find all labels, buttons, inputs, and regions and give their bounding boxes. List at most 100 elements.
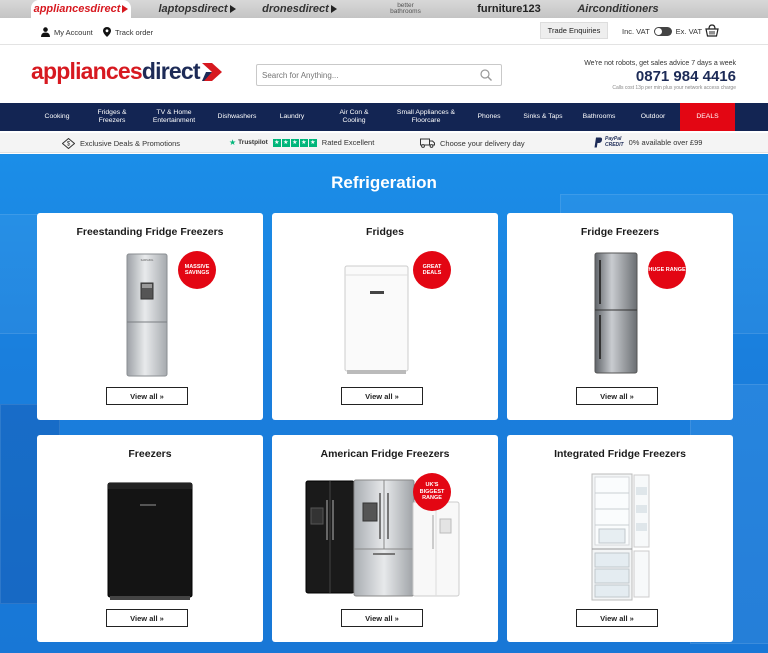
inc-vat-label: Inc. VAT bbox=[622, 27, 650, 36]
view-all-button[interactable]: View all » bbox=[106, 609, 188, 627]
site-tab-label: Airconditioners bbox=[577, 3, 659, 15]
search-box[interactable] bbox=[256, 64, 502, 86]
view-all-button[interactable]: View all » bbox=[341, 387, 423, 405]
promo-badge: UK'S BIGGEST RANGE bbox=[413, 473, 451, 511]
site-tab-betterbathrooms[interactable]: better bathrooms bbox=[378, 0, 433, 18]
nav-small-appliances[interactable]: Small Appliances & Floorcare bbox=[393, 103, 459, 131]
nav-tv-home-entertainment[interactable]: TV & Home Entertainment bbox=[146, 103, 202, 131]
card-title: Freestanding Fridge Freezers bbox=[76, 226, 224, 238]
tag-icon: $ bbox=[62, 138, 75, 149]
promo-delivery[interactable]: Choose your delivery day bbox=[420, 138, 525, 148]
logo-part2: direct bbox=[141, 58, 201, 84]
star-icon: ★ bbox=[290, 138, 299, 147]
star-icon: ★ bbox=[308, 138, 317, 147]
logo-text: appliancesdirect bbox=[31, 58, 201, 85]
black-american-fridge-image bbox=[305, 480, 355, 594]
promo-strip: $ Exclusive Deals & Promotions ★ Trustpi… bbox=[0, 133, 768, 153]
nav-cooking[interactable]: Cooking bbox=[35, 103, 79, 131]
category-card-freestanding-fridge-freezers[interactable]: Freestanding Fridge Freezers SAMSUNG MAS… bbox=[37, 213, 263, 420]
location-pin-icon bbox=[103, 27, 111, 37]
paypal-line2: CREDIT bbox=[605, 141, 624, 148]
under-counter-fridge-image bbox=[344, 265, 409, 374]
my-account-label: My Account bbox=[54, 27, 93, 37]
search-input[interactable] bbox=[262, 65, 472, 86]
chevron-icon bbox=[330, 5, 337, 13]
view-all-button[interactable]: View all » bbox=[576, 387, 658, 405]
view-all-button[interactable]: View all » bbox=[106, 387, 188, 405]
logo-part1: appliances bbox=[31, 58, 143, 84]
call-cost-note: Calls cost 13p per min plus your network… bbox=[612, 85, 736, 91]
logo-chevron-icon bbox=[201, 62, 222, 81]
delivery-label: Choose your delivery day bbox=[440, 138, 525, 148]
site-logo[interactable]: appliancesdirect bbox=[31, 58, 222, 85]
rating-stars: ★ ★ ★ ★ ★ bbox=[272, 138, 317, 147]
site-tab-label: better bathrooms bbox=[390, 2, 421, 15]
site-tab-label: appliancesdirect bbox=[33, 3, 121, 15]
nav-outdoor[interactable]: Outdoor bbox=[632, 103, 674, 131]
vat-toggle[interactable] bbox=[653, 27, 672, 36]
ex-vat-label: Ex. VAT bbox=[675, 27, 703, 36]
category-card-fridge-freezers[interactable]: Fridge Freezers HUGE RANGE View all » bbox=[507, 213, 733, 420]
chevron-icon bbox=[122, 5, 129, 13]
sales-advice-text: We're not robots, get sales advice 7 day… bbox=[584, 60, 736, 67]
site-switcher: appliancesdirect laptopsdirect dronesdir… bbox=[0, 0, 768, 18]
card-title: Freezers bbox=[128, 448, 172, 460]
paypal-credit-logo: PayPal CREDIT bbox=[594, 136, 624, 148]
card-title: Fridges bbox=[366, 226, 404, 238]
nav-sinks-taps[interactable]: Sinks & Taps bbox=[523, 103, 563, 131]
promo-paypal[interactable]: PayPal CREDIT 0% available over £99 bbox=[594, 136, 703, 148]
nav-laundry[interactable]: Laundry bbox=[272, 103, 312, 131]
star-icon: ★ bbox=[299, 138, 308, 147]
site-tab-label: dronesdirect bbox=[262, 3, 329, 15]
card-title: Fridge Freezers bbox=[580, 226, 660, 238]
paypal-text: 0% available over £99 bbox=[628, 138, 703, 147]
phone-number[interactable]: 0871 984 4416 bbox=[584, 68, 736, 85]
star-icon: ★ bbox=[272, 138, 281, 147]
my-account-link[interactable]: My Account bbox=[41, 27, 93, 37]
fridge-freezer-image bbox=[594, 252, 638, 374]
basket-button[interactable] bbox=[705, 24, 719, 42]
white-american-fridge-image bbox=[412, 501, 460, 597]
promo-badge: HUGE RANGE bbox=[648, 251, 686, 289]
basket-icon bbox=[705, 24, 719, 37]
site-tab-dronesdirect[interactable]: dronesdirect bbox=[262, 0, 337, 18]
refrigeration-section: Refrigeration Freestanding Fridge Freeze… bbox=[0, 154, 768, 653]
category-card-fridges[interactable]: Fridges GREAT DEALS View all » bbox=[272, 213, 498, 420]
trade-enquiries-button[interactable]: Trade Enquiries bbox=[540, 22, 608, 39]
nav-fridges-freezers[interactable]: Fridges & Freezers bbox=[90, 103, 134, 131]
main-nav: Cooking Fridges & Freezers TV & Home Ent… bbox=[0, 103, 768, 131]
vat-switch[interactable]: Inc. VAT Ex. VAT bbox=[622, 27, 702, 36]
paypal-icon bbox=[594, 137, 603, 148]
site-tab-label: furniture123 bbox=[477, 3, 541, 15]
rated-label: Rated Excellent bbox=[321, 138, 375, 147]
nav-aircon-cooling[interactable]: Air Con & Cooling bbox=[332, 103, 376, 131]
site-tab-label: laptopsdirect bbox=[158, 3, 228, 15]
nav-phones[interactable]: Phones bbox=[470, 103, 508, 131]
promo-exclusive[interactable]: $ Exclusive Deals & Promotions bbox=[62, 138, 180, 149]
person-icon bbox=[41, 27, 50, 37]
site-tab-laptopsdirect[interactable]: laptopsdirect bbox=[157, 0, 237, 18]
site-tab-appliancesdirect[interactable]: appliancesdirect bbox=[31, 0, 131, 18]
category-card-american-fridge-freezers[interactable]: American Fridge Freezers UK'S BIGGEST RA… bbox=[272, 435, 498, 642]
view-all-button[interactable]: View all » bbox=[576, 609, 658, 627]
fridge-freezer-image: SAMSUNG bbox=[126, 253, 168, 377]
chevron-icon bbox=[229, 5, 236, 13]
promo-trustpilot[interactable]: ★ Trustpilot ★ ★ ★ ★ ★ Rated Excellent bbox=[229, 138, 374, 147]
svg-text:SAMSUNG: SAMSUNG bbox=[141, 259, 154, 262]
nav-dishwashers[interactable]: Dishwashers bbox=[212, 103, 262, 131]
sales-contact: We're not robots, get sales advice 7 day… bbox=[584, 60, 736, 91]
page-title: Refrigeration bbox=[331, 173, 437, 192]
star-icon: ★ bbox=[281, 138, 290, 147]
site-tab-furniture123[interactable]: furniture123 bbox=[474, 0, 544, 18]
nav-bathrooms[interactable]: Bathrooms bbox=[574, 103, 624, 131]
category-card-freezers[interactable]: Freezers View all » bbox=[37, 435, 263, 642]
nav-deals[interactable]: DEALS bbox=[680, 103, 735, 131]
integrated-fridge-image bbox=[591, 473, 650, 601]
category-card-integrated-fridge-freezers[interactable]: Integrated Fridge Freezers View all » bbox=[507, 435, 733, 642]
search-icon[interactable] bbox=[480, 69, 492, 81]
card-title: Integrated Fridge Freezers bbox=[554, 448, 686, 460]
track-order-label: Track order bbox=[115, 27, 154, 37]
view-all-button[interactable]: View all » bbox=[341, 609, 423, 627]
site-tab-airconditioners[interactable]: Airconditioners bbox=[577, 0, 659, 18]
track-order-link[interactable]: Track order bbox=[103, 27, 153, 37]
